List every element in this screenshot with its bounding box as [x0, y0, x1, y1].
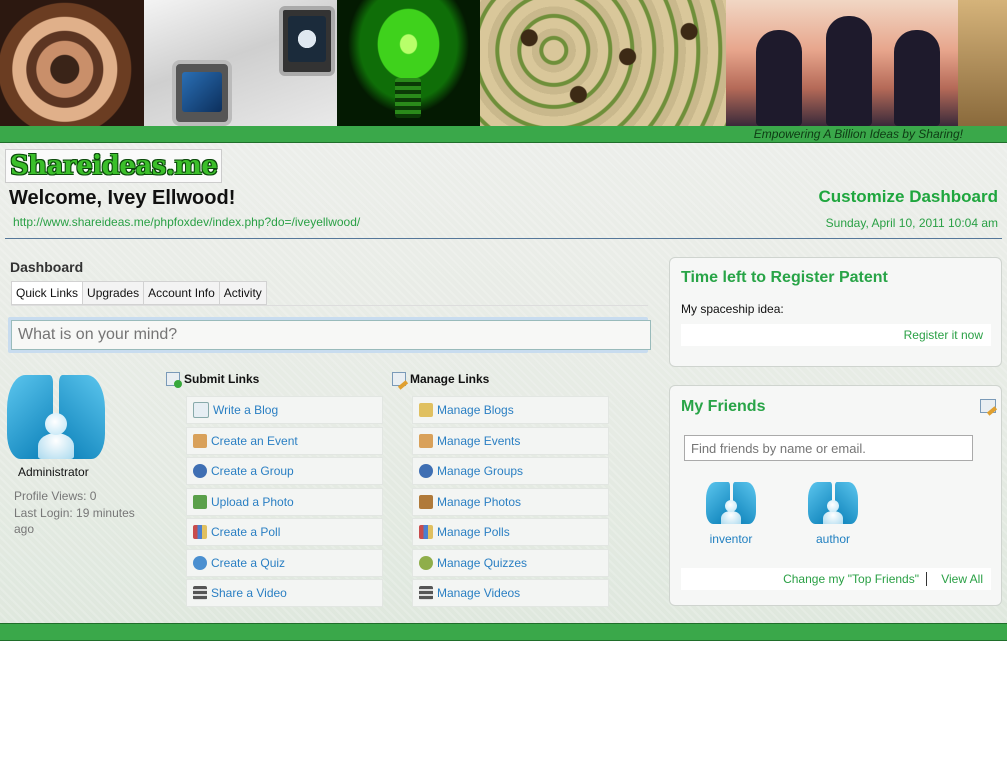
submit-links-list: Write a Blog Create an Event Create a Gr… [186, 396, 383, 610]
friend-name[interactable]: inventor [686, 532, 776, 546]
current-date: Sunday, April 10, 2011 10:04 am [825, 216, 998, 230]
link-label: Create a Quiz [211, 555, 286, 570]
manage-videos-link[interactable]: Manage Videos [412, 579, 609, 607]
link-label: Manage Photos [437, 494, 522, 509]
photo-edit-icon [419, 494, 433, 509]
link-label: Manage Blogs [437, 403, 514, 417]
view-all-friends-link[interactable]: View All [941, 572, 983, 586]
upload-photo-link[interactable]: Upload a Photo [186, 487, 383, 516]
change-top-friends-link[interactable]: Change my "Top Friends" [783, 572, 927, 586]
link-label: Create a Group [211, 464, 294, 478]
footer-bar [0, 623, 1007, 641]
create-quiz-link[interactable]: Create a Quiz [186, 548, 383, 577]
create-event-link[interactable]: Create an Event [186, 426, 383, 455]
blog-add-icon [193, 402, 209, 418]
manage-events-link[interactable]: Manage Events [412, 426, 609, 455]
link-label: Upload a Photo [211, 494, 294, 509]
link-label: Create a Poll [211, 525, 281, 539]
banner-watch-phone-image [144, 0, 337, 126]
header-divider [5, 238, 1002, 239]
friends-widget: My Friends inventor author Change my "To… [669, 385, 1002, 606]
photo-add-icon [193, 494, 207, 509]
event-edit-icon [419, 433, 433, 448]
welcome-heading: Welcome, Ivey Ellwood! [9, 187, 236, 209]
create-poll-link[interactable]: Create a Poll [186, 518, 383, 546]
poll-edit-icon [419, 525, 433, 539]
link-label: Manage Videos [437, 586, 521, 600]
user-avatar[interactable] [7, 375, 105, 459]
event-add-icon [193, 433, 207, 448]
create-group-link[interactable]: Create a Group [186, 457, 383, 485]
banner-silhouettes-image [726, 0, 958, 126]
manage-links-list: Manage Blogs Manage Events Manage Groups… [412, 396, 609, 610]
quiz-add-icon [193, 555, 207, 570]
banner-lightbulb-image [337, 0, 480, 126]
manage-quizzes-link[interactable]: Manage Quizzes [412, 548, 609, 577]
manage-polls-link[interactable]: Manage Polls [412, 518, 609, 546]
profile-url-link[interactable]: http://www.shareideas.me/phpfoxdev/index… [13, 215, 360, 229]
patent-action-strip: Register it now [681, 324, 991, 346]
blog-edit-icon [419, 403, 433, 417]
manage-photos-link[interactable]: Manage Photos [412, 487, 609, 516]
last-login: Last Login: 19 minutes ago [14, 506, 135, 536]
patent-widget-title: Time left to Register Patent [681, 269, 888, 286]
status-input-frame [8, 317, 651, 353]
manage-links-heading: Manage Links [392, 372, 490, 390]
user-role: Administrator [18, 465, 89, 479]
friend-card-author[interactable]: author [788, 482, 878, 546]
patent-widget: Time left to Register Patent My spaceshi… [669, 257, 1002, 367]
friends-widget-title: My Friends [681, 398, 766, 415]
site-logo[interactable]: Shareideas.me [5, 149, 223, 183]
manage-groups-link[interactable]: Manage Groups [412, 457, 609, 485]
manage-blogs-link[interactable]: Manage Blogs [412, 396, 609, 424]
friends-action-strip: Change my "Top Friends" View All [681, 568, 991, 590]
dashboard-title: Dashboard [10, 259, 84, 275]
dashboard-main: Shareideas.me Welcome, Ivey Ellwood! htt… [0, 143, 1007, 623]
patent-idea-text: My spaceship idea: [681, 302, 784, 316]
group-edit-icon [419, 464, 433, 478]
group-add-icon [193, 464, 207, 478]
link-label: Manage Polls [437, 525, 510, 539]
edit-friends-icon[interactable] [980, 399, 998, 416]
customize-dashboard-link[interactable]: Customize Dashboard [819, 187, 998, 207]
video-edit-icon [419, 586, 433, 600]
link-label: Manage Events [437, 433, 521, 448]
link-label: Create an Event [211, 433, 298, 448]
share-video-link[interactable]: Share a Video [186, 579, 383, 607]
manage-links-icon [392, 372, 409, 390]
status-input[interactable] [11, 320, 651, 350]
dashboard-tabs: Quick Links Upgrades Account Info Activi… [11, 281, 267, 305]
banner-food-image [480, 0, 726, 126]
submit-links-title: Submit Links [184, 372, 260, 386]
link-label: Manage Quizzes [437, 555, 528, 570]
banner-film-reel-image [0, 0, 144, 126]
tagline-bar: Empowering A Billion Ideas by Sharing! [0, 126, 1007, 143]
tab-quick-links[interactable]: Quick Links [11, 281, 84, 305]
profile-views: Profile Views: 0 [14, 489, 97, 503]
site-tagline: Empowering A Billion Ideas by Sharing! [753, 127, 963, 141]
friend-avatar[interactable] [808, 482, 858, 524]
tab-account-info[interactable]: Account Info [143, 281, 220, 305]
submit-links-icon [166, 372, 182, 388]
friend-name[interactable]: author [788, 532, 878, 546]
quiz-edit-icon [419, 555, 433, 570]
header-banner [0, 0, 1007, 126]
video-add-icon [193, 586, 207, 600]
write-blog-link[interactable]: Write a Blog [186, 396, 383, 424]
poll-add-icon [193, 525, 207, 539]
link-label: Share a Video [211, 586, 287, 600]
friend-card-inventor[interactable]: inventor [686, 482, 776, 546]
banner-edge-image [958, 0, 1007, 126]
link-label: Manage Groups [437, 464, 524, 478]
tab-upgrades[interactable]: Upgrades [82, 281, 145, 305]
manage-links-title: Manage Links [410, 372, 490, 386]
submit-links-heading: Submit Links [166, 372, 260, 388]
register-patent-link[interactable]: Register it now [904, 328, 983, 342]
friend-avatar[interactable] [706, 482, 756, 524]
link-label: Write a Blog [213, 403, 279, 417]
tabs-underline [11, 305, 648, 306]
friend-search-input[interactable] [684, 435, 973, 461]
tab-activity[interactable]: Activity [218, 281, 267, 305]
